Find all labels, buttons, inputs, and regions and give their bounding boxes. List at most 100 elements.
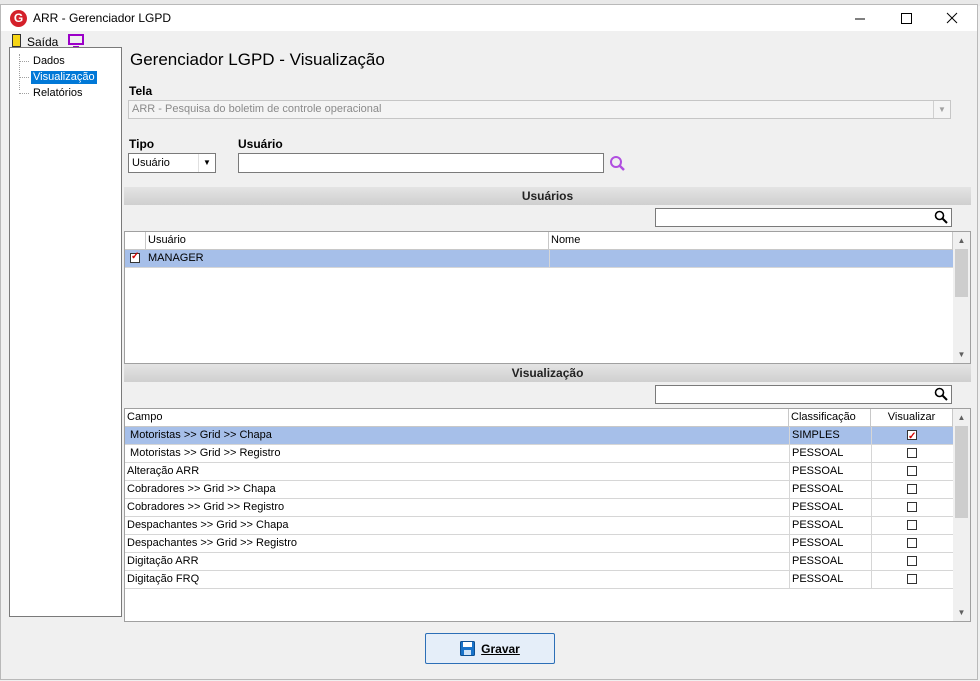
usuario-label: Usuário [238,137,283,151]
tela-value: ARR - Pesquisa do boletim de controle op… [132,103,382,115]
cell-visualizar [871,517,953,534]
users-filter-input[interactable] [655,208,952,227]
table-row[interactable]: MANAGER [125,250,953,268]
users-grid-header: Usuário Nome [125,232,953,250]
table-row[interactable]: Despachantes >> Grid >> Chapa PESSOAL [125,517,953,535]
navigation-tree: Dados Visualização Relatórios [9,47,122,617]
table-row[interactable]: Despachantes >> Grid >> Registro PESSOAL [125,535,953,553]
minimize-icon [854,18,865,19]
magnifier-icon[interactable] [934,210,948,224]
visualizar-checkbox[interactable] [907,502,917,512]
cell-visualizar [871,445,953,462]
scroll-up-icon[interactable]: ▲ [953,232,970,249]
cell-classificacao: PESSOAL [789,517,871,534]
table-row[interactable]: Digitação ARR PESSOAL [125,553,953,571]
column-header-nome[interactable]: Nome [549,232,953,249]
tree-item-visualizacao[interactable]: Visualização [31,71,97,84]
visualizar-checkbox[interactable] [907,466,917,476]
scroll-down-icon[interactable]: ▼ [953,604,970,621]
cell-campo: Digitação FRQ [127,573,200,585]
page-title: Gerenciador LGPD - Visualização [130,50,385,69]
cell-classificacao: PESSOAL [789,553,871,570]
table-row[interactable]: Alteração ARR PESSOAL [125,463,953,481]
search-icon[interactable] [609,155,626,172]
tipo-value: Usuário [132,157,170,169]
cell-classificacao: PESSOAL [789,571,871,588]
table-row[interactable]: Cobradores >> Grid >> Chapa PESSOAL [125,481,953,499]
usuario-input[interactable] [238,153,604,173]
column-header-usuario[interactable]: Usuário [146,232,549,249]
window-title: ARR - Gerenciador LGPD [33,11,172,25]
cell-visualizar [871,553,953,570]
visualizar-checkbox[interactable] [907,484,917,494]
cell-visualizar [871,427,953,445]
view-grid-scrollbar[interactable]: ▲ ▼ [953,409,970,621]
save-button-label: Gravar [481,641,520,656]
visualizar-checkbox[interactable] [907,538,917,548]
floppy-disk-icon [460,641,476,656]
minimize-button[interactable] [837,5,883,31]
monitor-icon[interactable] [68,34,84,48]
view-grid-header: Campo Classificação Visualizar [125,409,953,427]
table-row[interactable]: Cobradores >> Grid >> Registro PESSOAL [125,499,953,517]
close-button[interactable] [929,5,975,31]
column-header-campo[interactable]: Campo [125,409,789,426]
table-row[interactable]: Digitação FRQ PESSOAL [125,571,953,589]
chevron-down-icon: ▼ [933,101,950,118]
save-button[interactable]: Gravar [425,633,555,664]
close-icon [946,12,958,24]
cell-campo: Motoristas >> Grid >> Chapa [127,429,272,441]
scroll-down-icon[interactable]: ▼ [953,346,970,363]
visualizar-checkbox[interactable] [907,556,917,566]
cell-campo: Digitação ARR [127,555,199,567]
maximize-icon [900,12,912,24]
tipo-label: Tipo [129,137,155,151]
cell-classificacao: SIMPLES [789,427,871,444]
tree-connector [19,93,29,94]
cell-visualizar [871,463,953,480]
scroll-up-icon[interactable]: ▲ [953,409,970,426]
cell-visualizar [871,571,953,588]
cell-classificacao: PESSOAL [789,481,871,498]
users-section-title: Usuários [124,187,971,205]
scroll-thumb[interactable] [955,426,968,518]
tree-connector [19,54,20,90]
view-grid: Campo Classificação Visualizar Motorista… [124,408,971,622]
chevron-down-icon[interactable]: ▼ [198,154,215,172]
cell-visualizar [871,499,953,516]
cell-classificacao: PESSOAL [789,499,871,516]
tree-item-relatorios[interactable]: Relatórios [31,87,85,100]
cell-campo: Motoristas >> Grid >> Registro [127,447,281,459]
exit-door-icon[interactable] [12,34,21,47]
tree-connector [19,61,29,62]
toolbar: Saída [1,31,977,51]
view-section-title: Visualização [124,364,971,382]
users-grid-scrollbar[interactable]: ▲ ▼ [953,232,970,363]
visualizar-checkbox[interactable] [907,574,917,584]
magnifier-icon[interactable] [934,387,948,401]
cell-usuario: MANAGER [148,252,204,264]
visualizar-checkbox[interactable] [907,520,917,530]
cell-campo: Cobradores >> Grid >> Registro [127,501,285,513]
column-header-visualizar[interactable]: Visualizar [871,409,953,426]
view-filter-input[interactable] [655,385,952,404]
users-grid: Usuário Nome MANAGER ▲ ▼ [124,231,971,364]
table-row[interactable]: Motoristas >> Grid >> Chapa SIMPLES [125,427,953,445]
visualizar-checkbox[interactable] [907,428,917,445]
scroll-thumb[interactable] [955,249,968,297]
cell-nome [549,250,953,267]
cell-classificacao: PESSOAL [789,445,871,462]
table-row[interactable]: Motoristas >> Grid >> Registro PESSOAL [125,445,953,463]
cell-campo: Alteração ARR [127,465,200,477]
tree-connector [19,77,29,78]
maximize-button[interactable] [883,5,929,31]
cell-campo: Cobradores >> Grid >> Chapa [127,483,276,495]
visualizar-checkbox[interactable] [907,448,917,458]
tipo-select[interactable]: Usuário ▼ [128,153,216,173]
app-logo-icon: G [10,10,27,27]
cell-campo: Despachantes >> Grid >> Chapa [127,519,289,531]
checkbox-column-header [125,232,146,249]
column-header-classificacao[interactable]: Classificação [789,409,871,426]
row-checkbox[interactable] [130,251,140,263]
tree-item-dados[interactable]: Dados [31,55,67,68]
